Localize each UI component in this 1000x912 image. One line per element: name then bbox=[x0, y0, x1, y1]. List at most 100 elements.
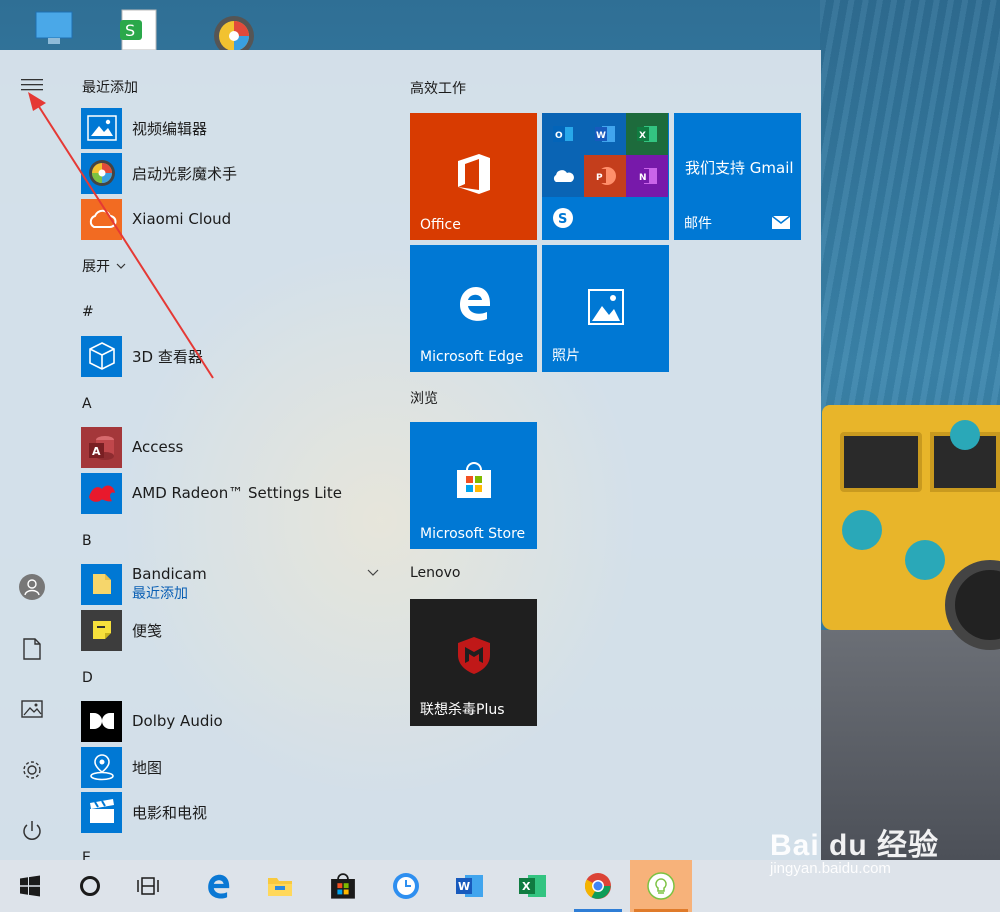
settings-icon[interactable] bbox=[12, 750, 52, 790]
outlook-icon[interactable]: O bbox=[542, 113, 584, 155]
mail-headline: 我们支持 Gmail bbox=[685, 159, 794, 177]
wallpaper-texture bbox=[820, 0, 1000, 410]
clock-app-icon[interactable] bbox=[378, 860, 434, 912]
pictures-icon[interactable] bbox=[12, 689, 52, 729]
tile-photos[interactable]: 照片 bbox=[542, 245, 669, 372]
documents-icon[interactable] bbox=[12, 629, 52, 669]
svg-text:W: W bbox=[596, 131, 606, 141]
tile-label: 邮件 bbox=[684, 216, 712, 232]
chevron-down-icon bbox=[116, 263, 126, 269]
office-icon bbox=[410, 153, 537, 195]
app-list: 最近添加 视频编辑器 启动光影魔术手 Xiaomi Cloud 展开 # 3D … bbox=[64, 50, 394, 860]
nevision-icon bbox=[81, 152, 122, 194]
edge-icon[interactable] bbox=[190, 860, 246, 912]
app-amd-radeon[interactable]: AMD Radeon™ Settings Lite bbox=[81, 472, 381, 514]
section-letter[interactable]: E bbox=[82, 850, 91, 860]
store-icon[interactable] bbox=[315, 860, 371, 912]
app-bandicam-folder[interactable]: Bandicam 最近添加 bbox=[81, 563, 381, 605]
movies-tv-icon bbox=[81, 791, 122, 833]
task-view-icon[interactable] bbox=[122, 860, 178, 912]
color-wheel-app-icon[interactable] bbox=[212, 8, 256, 56]
power-icon[interactable] bbox=[12, 811, 52, 851]
cortana-icon[interactable] bbox=[62, 860, 118, 912]
recently-added-tag: 最近添加 bbox=[132, 586, 188, 602]
app-access[interactable]: A Access bbox=[81, 426, 381, 468]
app-video-editor[interactable]: 视频编辑器 bbox=[81, 107, 381, 149]
wallpaper-car-dot bbox=[905, 540, 945, 580]
sticky-notes-icon bbox=[81, 609, 122, 651]
svg-text:P: P bbox=[596, 173, 603, 183]
lightbulb-app-icon[interactable] bbox=[630, 860, 692, 912]
onedrive-icon[interactable] bbox=[542, 155, 584, 197]
tile-mail[interactable]: 我们支持 Gmail 邮件 bbox=[674, 113, 801, 240]
access-icon: A bbox=[81, 426, 122, 468]
tile-mcafee[interactable]: 联想杀毒Plus bbox=[410, 599, 537, 726]
tile-label: 照片 bbox=[552, 348, 580, 364]
app-label: 便笺 bbox=[132, 621, 163, 640]
app-label: Dolby Audio bbox=[132, 712, 223, 730]
tile-office[interactable]: Office bbox=[410, 113, 537, 240]
this-pc-icon[interactable] bbox=[32, 8, 76, 50]
section-letter[interactable]: D bbox=[82, 670, 93, 686]
mcafee-shield-icon bbox=[410, 635, 537, 675]
app-movies-tv[interactable]: 电影和电视 bbox=[81, 791, 381, 833]
app-label: 启动光影魔术手 bbox=[132, 164, 238, 183]
tile-group-title: Lenovo bbox=[410, 565, 461, 581]
app-3d-viewer[interactable]: 3D 查看器 bbox=[81, 335, 381, 377]
app-xiaomi-cloud[interactable]: Xiaomi Cloud bbox=[81, 198, 381, 240]
app-label: 视频编辑器 bbox=[132, 119, 208, 138]
chevron-down-icon[interactable] bbox=[367, 569, 379, 577]
mail-icon bbox=[771, 215, 791, 229]
video-editor-icon bbox=[81, 107, 122, 149]
edge-icon bbox=[410, 283, 537, 323]
3d-viewer-icon bbox=[81, 335, 122, 377]
svg-text:S: S bbox=[125, 21, 135, 40]
powerpoint-icon[interactable]: P bbox=[584, 155, 626, 197]
wps-spreadsheet-icon[interactable]: S bbox=[118, 8, 162, 51]
tile-group-title: 高效工作 bbox=[410, 81, 466, 97]
maps-icon bbox=[81, 746, 122, 788]
word-icon[interactable]: W bbox=[584, 113, 626, 155]
app-maps[interactable]: 地图 bbox=[81, 746, 381, 788]
onenote-icon[interactable]: N bbox=[626, 155, 668, 197]
app-nevision[interactable]: 启动光影魔术手 bbox=[81, 152, 381, 194]
section-letter[interactable]: # bbox=[82, 304, 94, 320]
section-letter[interactable]: B bbox=[82, 533, 92, 549]
chrome-icon[interactable] bbox=[570, 860, 626, 912]
bandicam-folder-icon bbox=[81, 563, 122, 605]
hamburger-menu-icon[interactable] bbox=[12, 65, 52, 105]
excel-icon[interactable]: X bbox=[626, 113, 668, 155]
svg-text:N: N bbox=[639, 173, 647, 183]
app-label: AMD Radeon™ Settings Lite bbox=[132, 484, 342, 502]
app-dolby-audio[interactable]: Dolby Audio bbox=[81, 700, 381, 742]
svg-text:O: O bbox=[555, 131, 563, 141]
windows-start-icon[interactable] bbox=[2, 860, 58, 912]
skype-icon[interactable]: S bbox=[542, 197, 584, 239]
tile-area: 高效工作 Office O W X P N S 我们支持 Gmail 邮件 Mi… bbox=[400, 50, 821, 860]
app-sticky-notes[interactable]: 便笺 bbox=[81, 609, 381, 651]
file-explorer-icon[interactable] bbox=[252, 860, 308, 912]
app-label: Xiaomi Cloud bbox=[132, 210, 232, 228]
wallpaper-car-window bbox=[840, 432, 922, 492]
tile-label: Office bbox=[420, 217, 461, 233]
expand-button[interactable]: 展开 bbox=[82, 256, 126, 276]
app-label: Bandicam bbox=[132, 565, 207, 583]
xiaomi-cloud-icon bbox=[81, 198, 122, 240]
svg-text:A: A bbox=[92, 445, 101, 458]
tile-office-apps[interactable]: O W X P N S bbox=[542, 113, 669, 240]
amd-radeon-icon bbox=[81, 472, 122, 514]
user-avatar-icon[interactable] bbox=[12, 567, 52, 607]
app-label: Access bbox=[132, 438, 184, 456]
section-letter[interactable]: A bbox=[82, 396, 92, 412]
svg-text:W: W bbox=[458, 880, 470, 893]
expand-label: 展开 bbox=[82, 259, 110, 275]
tile-label: Microsoft Edge bbox=[420, 349, 524, 365]
dolby-icon bbox=[81, 700, 122, 742]
photos-icon bbox=[542, 289, 669, 325]
tile-microsoft-edge[interactable]: Microsoft Edge bbox=[410, 245, 537, 372]
word-icon[interactable]: W bbox=[442, 860, 498, 912]
tile-microsoft-store[interactable]: Microsoft Store bbox=[410, 422, 537, 549]
recent-header: 最近添加 bbox=[82, 80, 138, 96]
excel-icon[interactable]: X bbox=[505, 860, 561, 912]
app-label: 地图 bbox=[132, 758, 163, 777]
